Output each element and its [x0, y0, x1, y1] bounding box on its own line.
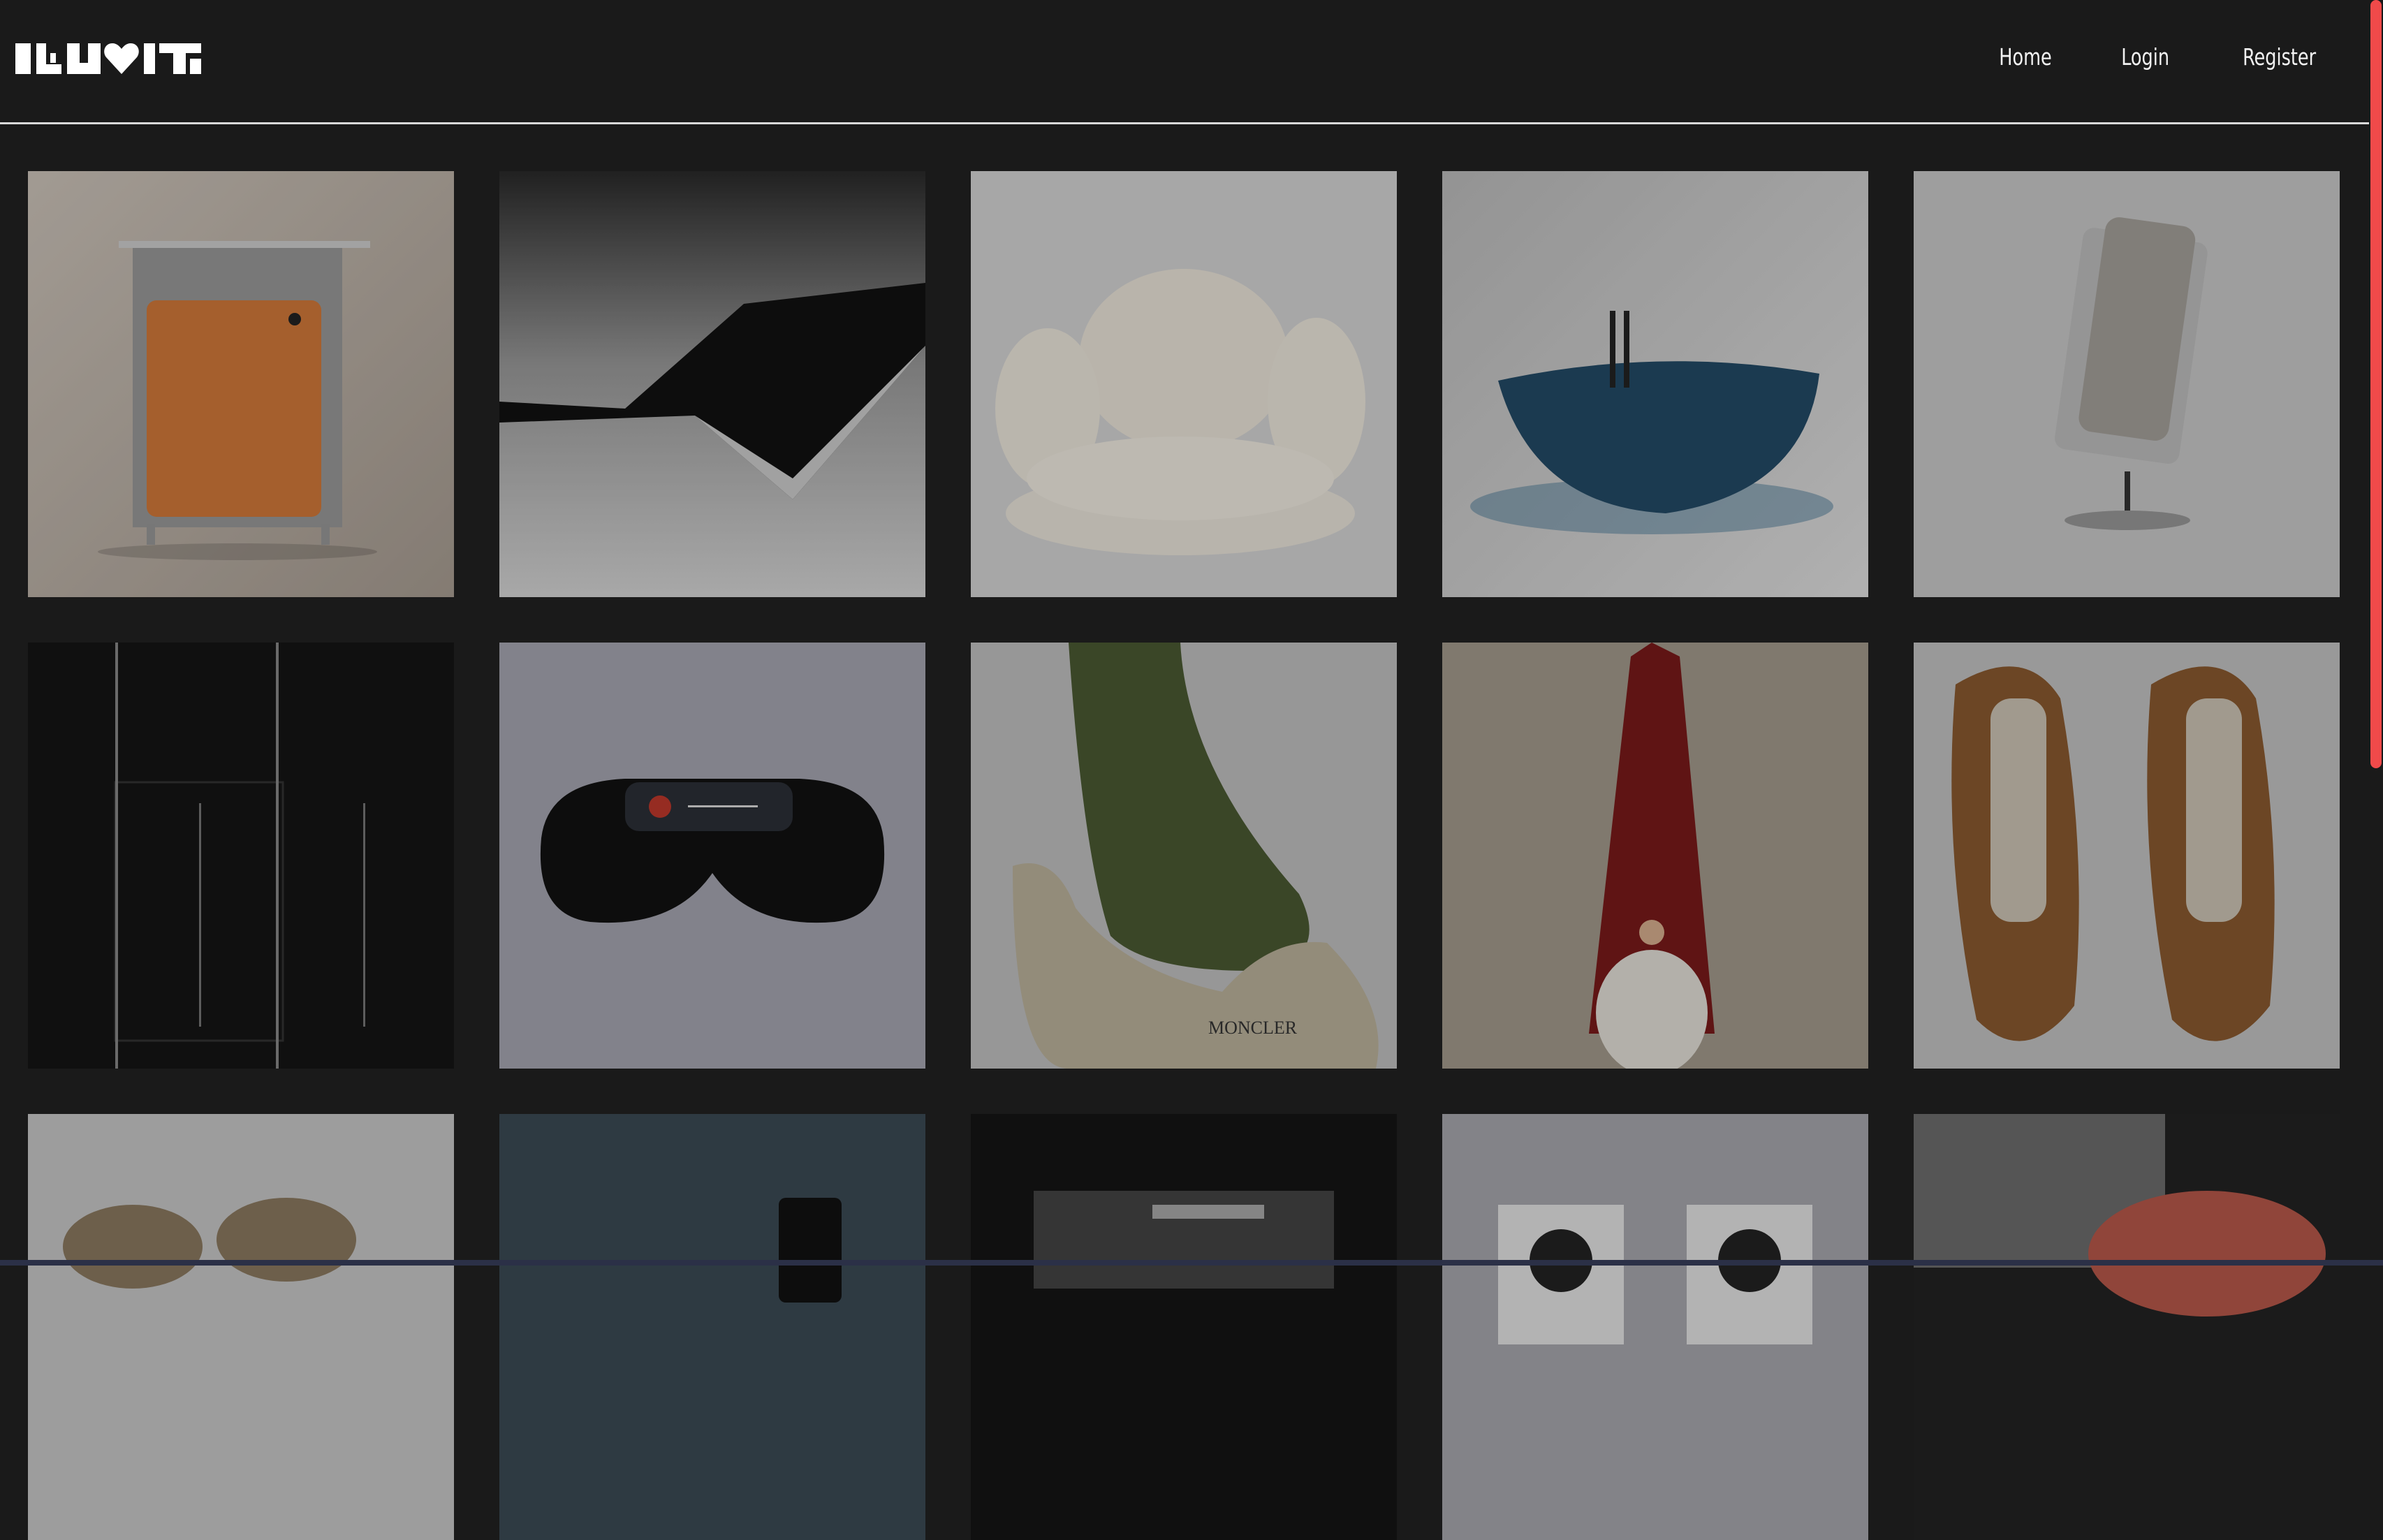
gallery-item-blue-bathtub[interactable] [1442, 171, 1868, 597]
gallery-item-cylinder-lamp[interactable] [1914, 171, 2340, 597]
gallery-item-cream-armchair[interactable] [971, 171, 1397, 597]
nav-login-link[interactable]: Login [2121, 43, 2169, 71]
gallery-item-speakers[interactable] [1442, 1114, 1868, 1540]
gallery-item-brown-sneakers[interactable] [1914, 643, 2340, 1069]
gallery-item-pink-object[interactable] [1914, 1114, 2340, 1540]
nav-register-link[interactable]: Register [2243, 43, 2316, 71]
boot-brand-print: MONCLER [1208, 1018, 1298, 1038]
nav-home-link[interactable]: Home [1999, 43, 2051, 71]
gallery-item-orange-cabinet[interactable] [28, 171, 454, 597]
gallery-item-dark-radio[interactable] [499, 1114, 925, 1540]
main-nav: Home Login Register [1929, 43, 2316, 71]
gallery-item-olive-sock-boot[interactable]: MONCLER [971, 643, 1397, 1069]
site-header: Home Login Register [0, 0, 2369, 124]
page-scrollbar[interactable] [2369, 0, 2383, 1266]
gallery-item-black-lounger[interactable] [499, 171, 925, 597]
gallery-item-dark-installation[interactable] [28, 643, 454, 1069]
brand-logo[interactable] [15, 39, 201, 78]
gallery-item-snakeskin-shoes[interactable] [28, 1114, 454, 1540]
gallery-item-turntable[interactable] [971, 1114, 1397, 1540]
gallery-item-red-gnome[interactable] [1442, 643, 1868, 1069]
bottom-edge [0, 1260, 2383, 1266]
gallery-item-vr-goggles[interactable] [499, 643, 925, 1069]
scrollbar-thumb[interactable] [2370, 0, 2382, 768]
